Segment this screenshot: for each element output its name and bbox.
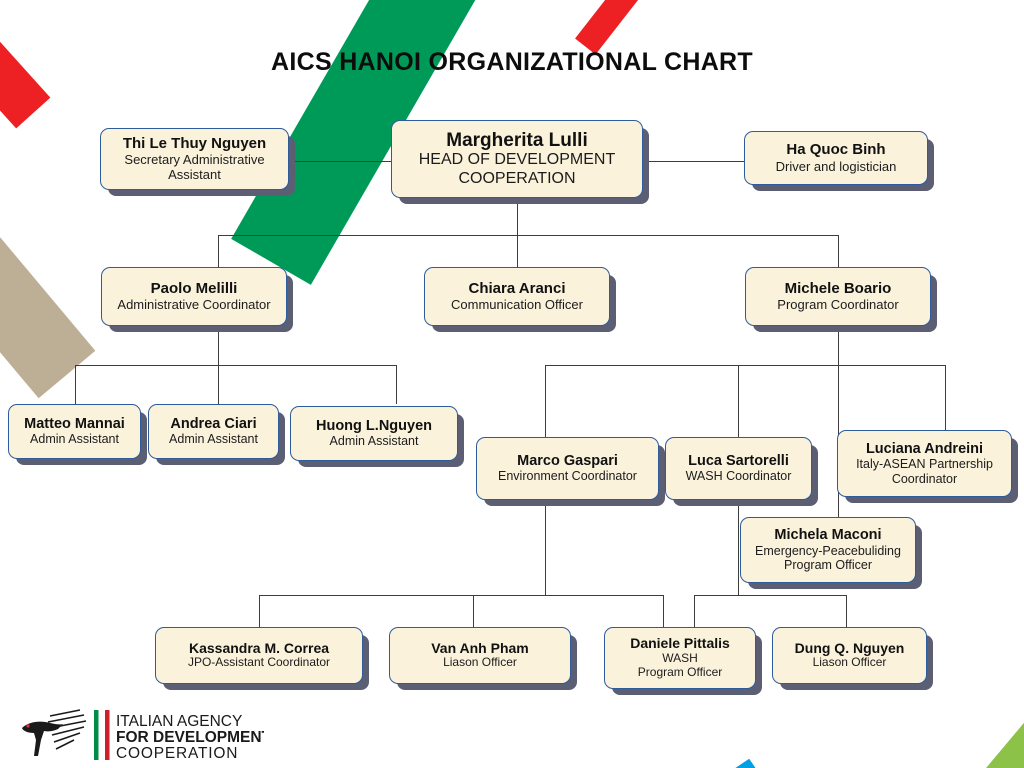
node-driver-name: Ha Quoc Binh [786,141,886,159]
node-admin-assistant-1[interactable]: Matteo Mannai Admin Assistant [8,404,141,459]
connector-drop-admin-assistant-1 [75,365,76,404]
node-program-coordinator-role: Program Coordinator [777,297,899,313]
connector-environment-coordinator-drop [545,500,546,595]
connector-drop-wash-coordinator [738,365,739,437]
node-emergency-officer[interactable]: Michela Maconi Emergency-Peacebuliding P… [740,517,916,583]
node-wash-coordinator[interactable]: Luca Sartorelli WASH Coordinator [665,437,812,500]
node-head-of-cooperation-name: Margherita Lulli [446,129,588,151]
connector-drop-communication-officer [517,235,518,267]
logo-line-3: COOPERATION [116,745,238,762]
node-admin-coordinator-role: Administrative Coordinator [117,297,271,313]
node-program-coordinator[interactable]: Michele Boario Program Coordinator [745,267,931,326]
node-environment-coordinator-name: Marco Gaspari [517,453,618,470]
node-head-of-cooperation-role: HEAD OF DEVELOPMENT COOPERATION [418,151,616,187]
node-admin-coordinator[interactable]: Paolo Melilli Administrative Coordinator [101,267,287,326]
node-liaison-officer-1-name: Van Anh Pham [431,639,529,656]
connector-program-team-bus [545,365,946,366]
connector-drop-admin-assistant-2 [218,365,219,404]
connector-drop-liaison-officer-1 [473,595,474,627]
node-liaison-officer-1-role: Liason Officer [443,655,517,670]
node-liaison-officer-2-role: Liason Officer [812,655,887,670]
node-wash-program-officer-name: Daniele Pittalis [630,635,730,652]
connector-drop-liaison-officer-2 [846,595,847,627]
node-communication-officer-role: Communication Officer [451,297,583,313]
aics-logo: ITALIAN AGENCY FOR DEVELOPMENT COOPERATI… [22,709,264,762]
logo-line-1: ITALIAN AGENCY [116,713,242,730]
node-jpo-assistant[interactable]: Kassandra M. Correa JPO-Assistant Coordi… [155,627,363,684]
node-environment-coordinator-role: Environment Coordinator [498,469,637,484]
connector-drop-wash-program-officer-right [694,595,695,627]
node-admin-assistant-2-role: Admin Assistant [169,432,258,447]
italian-flag-icon [94,710,110,760]
node-admin-assistant-2-name: Andrea Ciari [170,416,257,433]
organizational-chart-slide: AICS HANOI ORGANIZATIONAL CHART Thi Le T… [0,0,1024,768]
connector-admin-coordinator-drop [218,326,219,365]
node-wash-program-officer-role-line1: WASH [662,650,698,665]
node-liaison-officer-1[interactable]: Van Anh Pham Liason Officer [389,627,571,684]
connector-drop-wash-program-officer-left [663,595,664,627]
decorative-ribbon-blue-bottom-right [641,758,763,768]
connector-program-coordinator-drop [838,326,839,365]
node-secretary[interactable]: Thi Le Thuy Nguyen Secretary Administrat… [100,128,289,190]
node-emergency-officer-role: Emergency-Peacebuliding Program Officer [755,543,901,573]
node-wash-coordinator-name: Luca Sartorelli [688,453,789,470]
connector-drop-environment-coordinator [545,365,546,437]
node-admin-assistant-2[interactable]: Andrea Ciari Admin Assistant [148,404,279,459]
node-wash-program-officer[interactable]: Daniele Pittalis WASH Program Officer [604,627,756,689]
connector-environment-team-bus [259,595,664,596]
node-italy-asean-coordinator[interactable]: Luciana Andreini Italy-ASEAN Partnership… [837,430,1012,497]
decorative-ribbon-light-green-bottom-right [843,715,1024,768]
connector-head-to-driver [640,161,744,162]
connector-drop-jpo-assistant [259,595,260,627]
node-secretary-role: Secretary Administrative Assistant [124,152,265,183]
connector-head-to-secretary [289,161,395,162]
node-environment-coordinator[interactable]: Marco Gaspari Environment Coordinator [476,437,659,500]
dove-icon [22,709,87,756]
node-emergency-officer-name: Michela Maconi [774,527,882,544]
connector-wash-team-bus [694,595,846,596]
node-italy-asean-coordinator-role: Italy-ASEAN Partnership Coordinator [856,457,993,486]
connector-tier2-bus [218,235,839,236]
page-title: AICS HANOI ORGANIZATIONAL CHART [271,48,753,76]
node-liaison-officer-2[interactable]: Dung Q. Nguyen Liason Officer [772,627,927,684]
node-jpo-assistant-name: Kassandra M. Correa [188,639,330,656]
connector-drop-program-coordinator [838,235,839,267]
connector-drop-italy-asean-coordinator [945,365,946,430]
node-secretary-name: Thi Le Thuy Nguyen [122,134,267,152]
connector-head-drop [517,196,518,235]
node-driver[interactable]: Ha Quoc Binh Driver and logistician [744,131,928,185]
logo-line-2: FOR DEVELOPMENT [116,729,264,746]
node-wash-program-officer-role-line2: Program Officer [637,664,723,679]
connector-wash-coordinator-drop [738,500,739,595]
node-admin-assistant-1-name: Matteo Mannai [24,416,125,433]
node-communication-officer[interactable]: Chiara Aranci Communication Officer [424,267,610,326]
node-liaison-officer-2-name: Dung Q. Nguyen [794,639,905,656]
connector-drop-admin-coordinator [218,235,219,267]
node-admin-assistant-3[interactable]: Huong L.Nguyen Admin Assistant [290,406,458,461]
node-driver-role: Driver and logistician [775,158,897,174]
node-admin-coordinator-name: Paolo Melilli [150,279,238,297]
connector-drop-admin-assistant-3 [396,365,397,404]
node-communication-officer-name: Chiara Aranci [468,279,566,297]
node-admin-assistant-3-role: Admin Assistant [329,434,419,449]
node-admin-assistant-1-role: Admin Assistant [30,432,119,447]
node-head-of-cooperation[interactable]: Margherita Lulli HEAD OF DEVELOPMENT COO… [391,120,643,198]
node-program-coordinator-name: Michele Boario [784,279,892,297]
decorative-ribbon-red-top [575,0,651,55]
node-admin-assistant-3-name: Huong L.Nguyen [316,418,432,435]
connector-admin-assistants-bus [75,365,396,366]
node-wash-coordinator-role: WASH Coordinator [685,469,792,484]
node-italy-asean-coordinator-name: Luciana Andreini [865,440,984,457]
node-jpo-assistant-role: JPO-Assistant Coordinator [187,655,331,670]
